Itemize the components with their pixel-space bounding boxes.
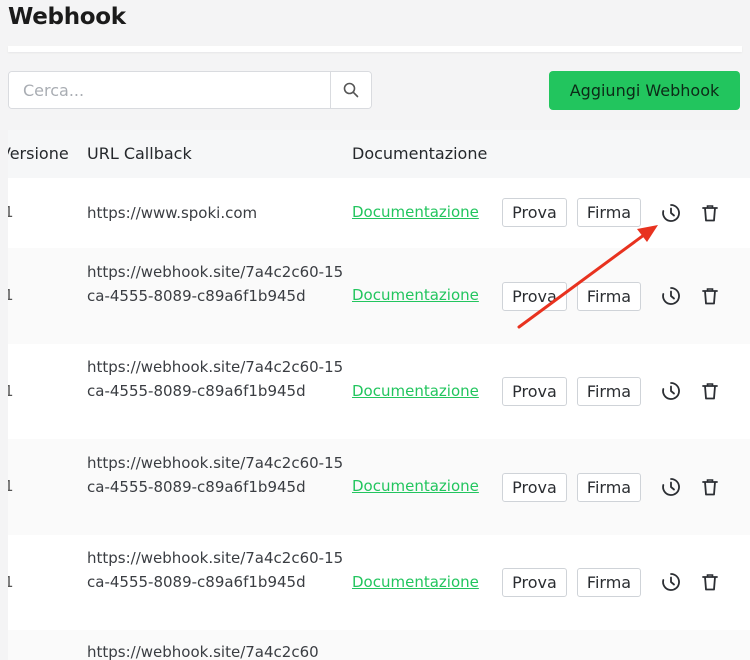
history-icon[interactable] [659,570,683,594]
trash-icon[interactable] [698,570,722,594]
documentation-link[interactable]: Documentazione [352,203,479,221]
sign-button[interactable]: Firma [577,568,641,597]
url-cell: https://webhook.site/7a4c2c60-15ca-4555-… [87,358,344,400]
trash-icon[interactable] [698,379,722,403]
trash-icon[interactable] [698,475,722,499]
top-panel [8,46,742,52]
version-cell: 1 [8,286,14,304]
trash-icon[interactable] [698,201,722,225]
test-button[interactable]: Prova [502,568,567,597]
version-cell: 1 [8,477,14,495]
version-cell: 1 [8,203,14,221]
search-icon [343,82,359,98]
add-webhook-button[interactable]: Aggiungi Webhook [549,71,740,110]
documentation-link[interactable]: Documentazione [352,477,479,495]
table-row: 1 https://www.spoki.com Documentazione P… [8,178,750,249]
url-cell: https://webhook.site/7a4c2c60 [87,643,319,660]
search-input[interactable] [9,72,330,108]
documentation-link[interactable]: Documentazione [352,286,479,304]
test-button[interactable]: Prova [502,473,567,502]
url-cell: https://webhook.site/7a4c2c60-15ca-4555-… [87,549,344,591]
history-icon[interactable] [659,379,683,403]
documentation-link[interactable]: Documentazione [352,573,479,591]
history-icon[interactable] [659,201,683,225]
sign-button[interactable]: Firma [577,282,641,311]
page-title: Webhook [8,4,126,30]
table-header: Versione URL Callback Documentazione [8,130,750,179]
history-icon[interactable] [659,475,683,499]
search-button[interactable] [330,72,371,108]
trash-icon[interactable] [698,284,722,308]
column-header-docs: Documentazione [352,144,488,163]
table-row: 1 https://webhook.site/7a4c2c60-15ca-455… [8,535,750,631]
url-cell: https://www.spoki.com [87,204,258,222]
url-cell: https://webhook.site/7a4c2c60-15ca-4555-… [87,454,344,496]
search-box [8,71,372,109]
sign-button[interactable]: Firma [577,473,641,502]
table-row: 1 https://webhook.site/7a4c2c60-15ca-455… [8,248,750,345]
documentation-link[interactable]: Documentazione [352,382,479,400]
webhook-table: Versione URL Callback Documentazione 1 h… [8,130,750,660]
sign-button[interactable]: Firma [577,377,641,406]
table-row: 1 https://webhook.site/7a4c2c60-15ca-455… [8,344,750,440]
column-header-version: Versione [8,144,69,163]
table-row: 1 https://webhook.site/7a4c2c60-15ca-455… [8,439,750,536]
column-header-url: URL Callback [87,144,192,163]
version-cell: 1 [8,573,14,591]
table-row: https://webhook.site/7a4c2c60 [8,630,750,660]
version-cell: 1 [8,382,14,400]
history-icon[interactable] [659,284,683,308]
test-button[interactable]: Prova [502,198,567,227]
sign-button[interactable]: Firma [577,198,641,227]
test-button[interactable]: Prova [502,282,567,311]
url-cell: https://webhook.site/7a4c2c60-15ca-4555-… [87,263,344,305]
test-button[interactable]: Prova [502,377,567,406]
